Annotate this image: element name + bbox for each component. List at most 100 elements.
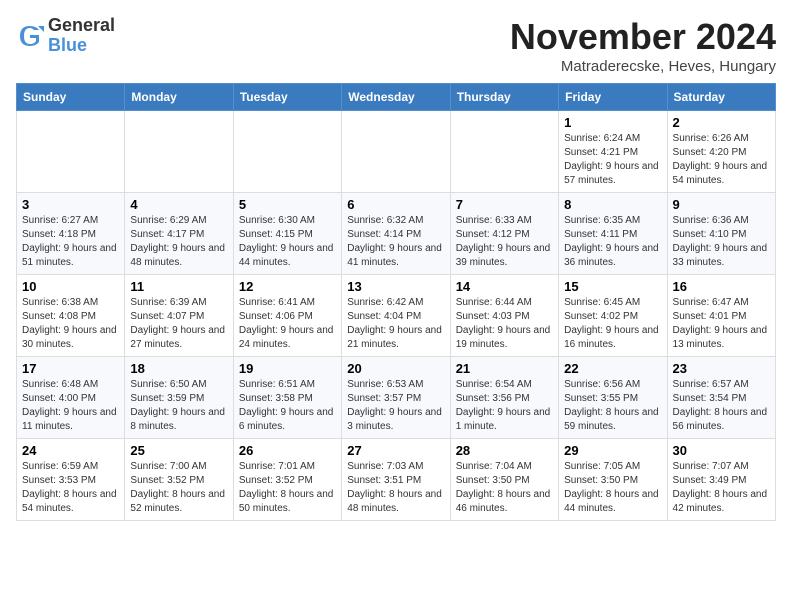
day-number: 14 (456, 279, 553, 294)
day-number: 11 (130, 279, 227, 294)
calendar-cell: 10 Sunrise: 6:38 AMSunset: 4:08 PMDayligh… (17, 275, 125, 357)
page-header: General Blue November 2024 Matraderecske… (16, 16, 776, 75)
day-number: 24 (22, 443, 119, 458)
day-info: Sunrise: 7:01 AMSunset: 3:52 PMDaylight:… (239, 460, 336, 516)
day-number: 16 (673, 279, 770, 294)
calendar-week-4: 17 Sunrise: 6:48 AMSunset: 4:00 PMDayligh… (17, 357, 776, 439)
title-block: November 2024 Matraderecske, Heves, Hung… (510, 16, 776, 75)
day-info: Sunrise: 6:32 AMSunset: 4:14 PMDaylight:… (347, 214, 444, 270)
calendar-cell: 30 Sunrise: 7:07 AMSunset: 3:49 PMDayligh… (667, 439, 775, 521)
day-number: 19 (239, 361, 336, 376)
calendar-cell: 9 Sunrise: 6:36 AMSunset: 4:10 PMDaylight… (667, 193, 775, 275)
day-number: 25 (130, 443, 227, 458)
day-number: 17 (22, 361, 119, 376)
calendar-cell: 12 Sunrise: 6:41 AMSunset: 4:06 PMDayligh… (233, 275, 341, 357)
day-info: Sunrise: 6:51 AMSunset: 3:58 PMDaylight:… (239, 378, 336, 434)
day-info: Sunrise: 6:48 AMSunset: 4:00 PMDaylight:… (22, 378, 119, 434)
calendar-cell: 14 Sunrise: 6:44 AMSunset: 4:03 PMDayligh… (450, 275, 558, 357)
weekday-header-monday: Monday (125, 84, 233, 111)
calendar-cell: 4 Sunrise: 6:29 AMSunset: 4:17 PMDaylight… (125, 193, 233, 275)
day-info: Sunrise: 7:07 AMSunset: 3:49 PMDaylight:… (673, 460, 770, 516)
day-info: Sunrise: 6:47 AMSunset: 4:01 PMDaylight:… (673, 296, 770, 352)
day-number: 26 (239, 443, 336, 458)
calendar-cell: 8 Sunrise: 6:35 AMSunset: 4:11 PMDaylight… (559, 193, 667, 275)
logo: General Blue (16, 16, 115, 56)
calendar-cell: 25 Sunrise: 7:00 AMSunset: 3:52 PMDayligh… (125, 439, 233, 521)
day-info: Sunrise: 6:59 AMSunset: 3:53 PMDaylight:… (22, 460, 119, 516)
calendar-cell (125, 111, 233, 193)
day-info: Sunrise: 6:44 AMSunset: 4:03 PMDaylight:… (456, 296, 553, 352)
calendar-cell (342, 111, 450, 193)
day-number: 10 (22, 279, 119, 294)
day-number: 28 (456, 443, 553, 458)
day-info: Sunrise: 7:00 AMSunset: 3:52 PMDaylight:… (130, 460, 227, 516)
logo-line2: Blue (48, 36, 115, 56)
day-number: 30 (673, 443, 770, 458)
day-info: Sunrise: 6:56 AMSunset: 3:55 PMDaylight:… (564, 378, 661, 434)
day-number: 1 (564, 115, 661, 130)
day-info: Sunrise: 6:53 AMSunset: 3:57 PMDaylight:… (347, 378, 444, 434)
calendar-cell: 19 Sunrise: 6:51 AMSunset: 3:58 PMDayligh… (233, 357, 341, 439)
day-number: 13 (347, 279, 444, 294)
day-number: 8 (564, 197, 661, 212)
day-number: 7 (456, 197, 553, 212)
calendar-cell: 17 Sunrise: 6:48 AMSunset: 4:00 PMDayligh… (17, 357, 125, 439)
calendar-cell: 20Sunrise: 6:53 AMSunset: 3:57 PMDayligh… (342, 357, 450, 439)
calendar-cell: 16 Sunrise: 6:47 AMSunset: 4:01 PMDayligh… (667, 275, 775, 357)
day-number: 21 (456, 361, 553, 376)
weekday-header-saturday: Saturday (667, 84, 775, 111)
day-info: Sunrise: 6:42 AMSunset: 4:04 PMDaylight:… (347, 296, 444, 352)
day-info: Sunrise: 6:39 AMSunset: 4:07 PMDaylight:… (130, 296, 227, 352)
day-info: Sunrise: 6:24 AMSunset: 4:21 PMDaylight:… (564, 132, 661, 188)
weekday-header-friday: Friday (559, 84, 667, 111)
day-info: Sunrise: 7:05 AMSunset: 3:50 PMDaylight:… (564, 460, 661, 516)
calendar-cell: 26 Sunrise: 7:01 AMSunset: 3:52 PMDayligh… (233, 439, 341, 521)
day-number: 12 (239, 279, 336, 294)
day-number: 9 (673, 197, 770, 212)
calendar-cell: 29 Sunrise: 7:05 AMSunset: 3:50 PMDayligh… (559, 439, 667, 521)
day-number: 29 (564, 443, 661, 458)
calendar-week-5: 24 Sunrise: 6:59 AMSunset: 3:53 PMDayligh… (17, 439, 776, 521)
calendar-cell (17, 111, 125, 193)
calendar-cell: 23Sunrise: 6:57 AMSunset: 3:54 PMDayligh… (667, 357, 775, 439)
day-info: Sunrise: 6:26 AMSunset: 4:20 PMDaylight:… (673, 132, 770, 188)
logo-icon (16, 22, 44, 50)
calendar-week-1: 1 Sunrise: 6:24 AMSunset: 4:21 PMDaylight… (17, 111, 776, 193)
day-info: Sunrise: 6:38 AMSunset: 4:08 PMDaylight:… (22, 296, 119, 352)
day-number: 22 (564, 361, 661, 376)
day-number: 27 (347, 443, 444, 458)
calendar-cell: 6 Sunrise: 6:32 AMSunset: 4:14 PMDaylight… (342, 193, 450, 275)
day-number: 6 (347, 197, 444, 212)
calendar-cell: 3 Sunrise: 6:27 AMSunset: 4:18 PMDaylight… (17, 193, 125, 275)
day-number: 18 (130, 361, 227, 376)
calendar-cell: 2Sunrise: 6:26 AMSunset: 4:20 PMDaylight… (667, 111, 775, 193)
weekday-header-tuesday: Tuesday (233, 84, 341, 111)
calendar-cell (450, 111, 558, 193)
day-info: Sunrise: 6:30 AMSunset: 4:15 PMDaylight:… (239, 214, 336, 270)
calendar-cell: 15Sunrise: 6:45 AMSunset: 4:02 PMDayligh… (559, 275, 667, 357)
logo-line1: General (48, 16, 115, 36)
calendar-cell: 5 Sunrise: 6:30 AMSunset: 4:15 PMDaylight… (233, 193, 341, 275)
day-number: 4 (130, 197, 227, 212)
calendar-week-3: 10 Sunrise: 6:38 AMSunset: 4:08 PMDayligh… (17, 275, 776, 357)
calendar-table: SundayMondayTuesdayWednesdayThursdayFrid… (16, 83, 776, 521)
day-info: Sunrise: 6:27 AMSunset: 4:18 PMDaylight:… (22, 214, 119, 270)
weekday-header-wednesday: Wednesday (342, 84, 450, 111)
calendar-week-2: 3 Sunrise: 6:27 AMSunset: 4:18 PMDaylight… (17, 193, 776, 275)
calendar-cell: 11 Sunrise: 6:39 AMSunset: 4:07 PMDayligh… (125, 275, 233, 357)
day-info: Sunrise: 6:35 AMSunset: 4:11 PMDaylight:… (564, 214, 661, 270)
location: Matraderecske, Heves, Hungary (510, 58, 776, 75)
day-info: Sunrise: 6:36 AMSunset: 4:10 PMDaylight:… (673, 214, 770, 270)
day-number: 3 (22, 197, 119, 212)
day-number: 5 (239, 197, 336, 212)
day-info: Sunrise: 6:29 AMSunset: 4:17 PMDaylight:… (130, 214, 227, 270)
day-info: Sunrise: 6:41 AMSunset: 4:06 PMDaylight:… (239, 296, 336, 352)
calendar-cell: 13 Sunrise: 6:42 AMSunset: 4:04 PMDayligh… (342, 275, 450, 357)
calendar-cell: 22 Sunrise: 6:56 AMSunset: 3:55 PMDayligh… (559, 357, 667, 439)
calendar-cell: 21Sunrise: 6:54 AMSunset: 3:56 PMDayligh… (450, 357, 558, 439)
month-title: November 2024 (510, 16, 776, 58)
calendar-cell: 18Sunrise: 6:50 AMSunset: 3:59 PMDayligh… (125, 357, 233, 439)
calendar-cell: 24 Sunrise: 6:59 AMSunset: 3:53 PMDayligh… (17, 439, 125, 521)
calendar-cell (233, 111, 341, 193)
day-info: Sunrise: 6:57 AMSunset: 3:54 PMDaylight:… (673, 378, 770, 434)
